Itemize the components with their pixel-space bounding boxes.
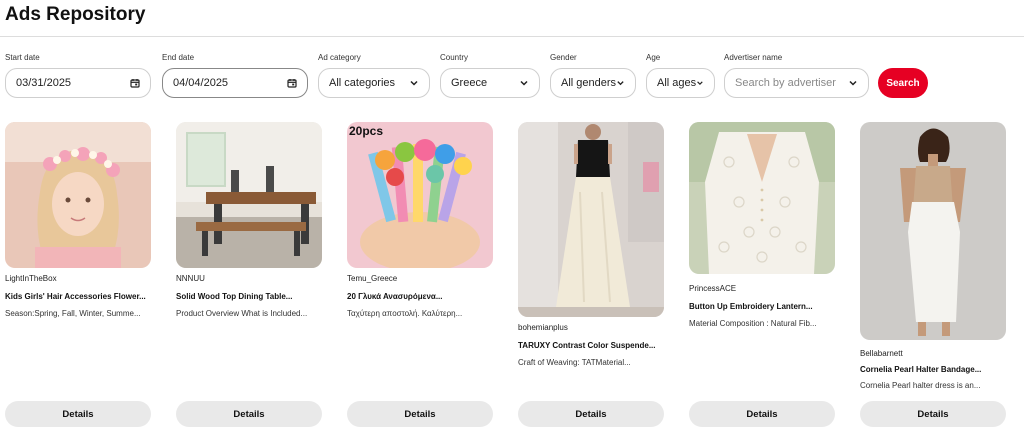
ad-image[interactable] (518, 122, 664, 317)
age-label: Age (646, 53, 661, 62)
ad-category-value: All categories (329, 77, 396, 89)
start-date-value: 03/31/2025 (16, 77, 72, 89)
details-button[interactable]: Details (518, 401, 664, 427)
gender-select[interactable]: All genders (550, 68, 636, 98)
header-divider (0, 36, 1024, 37)
age-filter: Age (646, 52, 660, 64)
calendar-icon[interactable] (130, 78, 140, 88)
ad-title: Solid Wood Top Dining Table... (176, 292, 293, 301)
advertiser-label: Advertiser name (724, 53, 783, 62)
ad-image[interactable] (176, 122, 322, 268)
ad-title: TARUXY Contrast Color Suspende... (518, 341, 656, 350)
gender-filter: Gender (550, 52, 577, 64)
chevron-down-icon (520, 80, 528, 86)
advertiser-filter: Advertiser name (724, 52, 782, 64)
ad-category-filter: Ad category (318, 52, 361, 64)
details-button[interactable]: Details (689, 401, 835, 427)
end-date-field[interactable]: 04/04/2025 (162, 68, 308, 98)
country-value: Greece (451, 77, 488, 89)
country-select[interactable]: Greece (440, 68, 540, 98)
details-button[interactable]: Details (860, 401, 1006, 427)
end-date-label: End date (162, 53, 195, 62)
ad-description: Craft of Weaving: TATMaterial... (518, 358, 631, 367)
advertiser-name[interactable]: Bellabarnett (860, 349, 903, 358)
ad-image[interactable] (5, 122, 151, 268)
country-filter: Country (440, 52, 468, 64)
ad-description: Cornelia Pearl halter dress is an... (860, 381, 981, 390)
ad-image[interactable]: 20pcs (347, 122, 493, 268)
ad-description: Season:Spring, Fall, Winter, Summe... (5, 309, 141, 318)
search-button[interactable]: Search (878, 68, 928, 98)
ad-title: 20 Γλυκά Ανασυρόμενα... (347, 292, 443, 301)
chevron-down-icon (410, 80, 418, 86)
end-date-value: 04/04/2025 (173, 77, 229, 89)
details-button[interactable]: Details (347, 401, 493, 427)
advertiser-placeholder: Search by advertiser (735, 77, 836, 89)
age-value: All ages (657, 77, 697, 89)
advertiser-name[interactable]: PrincessACE (689, 284, 736, 293)
gender-value: All genders (561, 77, 617, 89)
image-badge-text: 20pcs (349, 124, 384, 138)
ad-image[interactable] (689, 122, 835, 274)
ad-title: Button Up Embroidery Lantern... (689, 302, 813, 311)
ad-image[interactable] (860, 122, 1006, 340)
country-label: Country (440, 53, 469, 62)
gender-label: Gender (550, 53, 577, 62)
ad-description: Material Composition : Natural Fib... (689, 319, 817, 328)
advertiser-name[interactable]: bohemianplus (518, 323, 568, 332)
advertiser-search-field[interactable]: Search by advertiser (724, 68, 869, 98)
ad-title: Cornelia Pearl Halter Bandage... (860, 365, 982, 374)
age-select[interactable]: All ages (646, 68, 715, 98)
details-button[interactable]: Details (5, 401, 151, 427)
advertiser-name[interactable]: NNNUU (176, 274, 205, 283)
advertiser-name[interactable]: Temu_Greece (347, 274, 397, 283)
start-date-label: Start date (5, 53, 40, 62)
start-date-field[interactable]: 03/31/2025 (5, 68, 151, 98)
ad-description: Product Overview What is Included... (176, 309, 308, 318)
ad-category-select[interactable]: All categories (318, 68, 430, 98)
calendar-icon[interactable] (287, 78, 297, 88)
details-button[interactable]: Details (176, 401, 322, 427)
end-date-filter: End date (162, 52, 194, 64)
ad-description: Ταχύτερη αποστολή. Καλύτερη... (347, 309, 463, 318)
start-date-filter: Start date (5, 52, 40, 64)
advertiser-name[interactable]: LightInTheBox (5, 274, 57, 283)
chevron-down-icon (697, 81, 703, 86)
chevron-down-icon (617, 81, 624, 86)
ad-title: Kids Girls' Hair Accessories Flower... (5, 292, 146, 301)
ad-category-label: Ad category (318, 53, 361, 62)
page-title: Ads Repository (5, 4, 146, 25)
chevron-down-icon (849, 80, 857, 86)
